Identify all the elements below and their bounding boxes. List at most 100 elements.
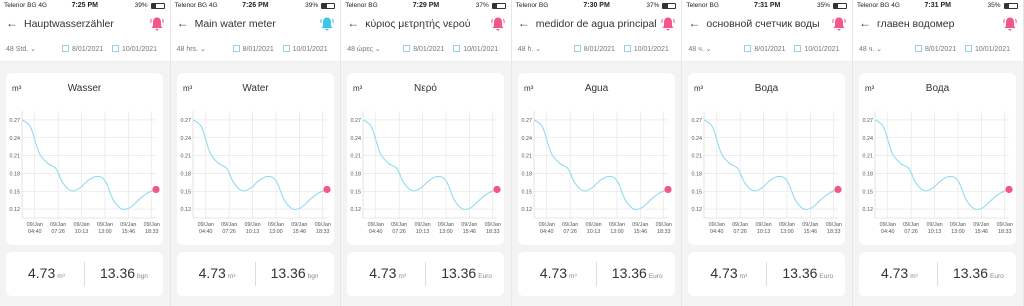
date-to-field[interactable]: 10/01/2021 <box>282 45 328 53</box>
date-from-field[interactable]: 8/01/2021 <box>914 45 957 53</box>
battery-level <box>663 4 668 8</box>
chart-title: Wasser <box>68 83 102 94</box>
chart-title: Вода <box>755 83 779 94</box>
summary-card: 4.73 m³ 13.36 Euro <box>688 252 846 296</box>
filter-bar: 48 ч. ⌄ 8/01/2021 10/01/2021 <box>682 37 852 62</box>
x-tick-day: 09/Jan <box>197 222 213 228</box>
x-tick-time: 13:00 <box>951 229 965 235</box>
x-tick-time: 13:00 <box>439 229 453 235</box>
y-tick-label: 0.15 <box>351 189 362 195</box>
date-to-field[interactable]: 10/01/2021 <box>623 45 669 53</box>
total-cost-value: 13.36 <box>441 265 477 281</box>
y-tick-label: 0.21 <box>351 154 362 160</box>
x-tick-day: 09/Jan <box>120 222 136 228</box>
total-cost-currency: bgn <box>307 273 319 280</box>
page-title: главен водомер <box>876 18 955 30</box>
date-to-field[interactable]: 10/01/2021 <box>453 45 498 53</box>
total-volume-value: 4.73 <box>710 265 738 281</box>
consumption-series-line <box>192 119 327 211</box>
x-tick-time: 15:46 <box>633 229 647 235</box>
x-tick-day: 09/Jan <box>803 222 819 228</box>
back-arrow-icon[interactable]: ← <box>859 16 871 30</box>
x-tick-time: 15:46 <box>975 229 989 235</box>
total-volume: 4.73 m³ <box>881 265 918 281</box>
x-tick-time: 13:00 <box>781 229 795 235</box>
period-select[interactable]: 48 ώρες ⌄ <box>347 45 380 53</box>
x-tick-day: 09/Jan <box>609 222 625 228</box>
battery-icon <box>491 3 506 9</box>
back-arrow-icon[interactable]: ← <box>688 16 700 30</box>
screenshot-strip: Telenor BG 4G 7:25 PM 39% ← Hauptwasserzähle… <box>0 0 1024 306</box>
period-select[interactable]: 48 h. ⌄ <box>518 45 541 53</box>
date-from-value: 8/01/2021 <box>924 46 957 53</box>
date-to-field[interactable]: 10/01/2021 <box>112 45 157 53</box>
status-bar: Telenor BG 4G 7:26 PM 39% <box>170 0 341 12</box>
x-tick-time: 15:46 <box>804 229 818 235</box>
x-tick-time: 04:40 <box>369 229 383 235</box>
total-cost: 13.36 bgn <box>271 265 319 281</box>
back-arrow-icon[interactable]: ← <box>177 16 189 30</box>
x-tick-time: 04:40 <box>881 229 895 235</box>
x-tick-time: 15:46 <box>292 229 306 235</box>
battery-level <box>151 4 157 8</box>
alarm-bell-icon[interactable] <box>832 16 846 32</box>
x-tick-day: 09/Jan <box>826 222 842 228</box>
alarm-bell-icon[interactable] <box>491 16 505 32</box>
app-bar: ← главен водомер <box>852 12 1023 37</box>
calendar-icon <box>62 45 69 52</box>
x-tick-time: 07:26 <box>51 229 65 235</box>
x-tick-time: 10:13 <box>75 229 89 235</box>
summary-divider <box>936 262 938 286</box>
period-select[interactable]: 48 ч. ⌄ <box>688 45 711 53</box>
back-arrow-icon[interactable]: ← <box>518 16 530 30</box>
back-arrow-icon[interactable]: ← <box>347 16 359 30</box>
x-tick-day: 09/Jan <box>950 222 966 228</box>
status-bar: Telenor BG 4G 7:25 PM 39% <box>0 0 170 12</box>
alarm-bell-icon[interactable] <box>661 16 676 32</box>
date-from-field[interactable]: 8/01/2021 <box>232 45 274 53</box>
filter-bar: 48 hrs. ⌄ 8/01/2021 10/01/2021 <box>170 37 341 62</box>
total-cost-currency: Euro <box>648 273 663 280</box>
y-tick-label: 0.24 <box>521 136 532 142</box>
x-tick-day: 09/Jan <box>267 222 283 228</box>
date-to-value: 10/01/2021 <box>633 46 669 53</box>
battery-percent: 39% <box>305 2 319 9</box>
period-select[interactable]: 48 Std. ⌄ <box>6 45 36 53</box>
total-cost: 13.36 Euro <box>612 265 663 281</box>
date-to-field[interactable]: 10/01/2021 <box>794 45 839 53</box>
y-tick-label: 0.21 <box>862 154 873 160</box>
period-select[interactable]: 48 ч. ⌄ <box>859 45 882 53</box>
page-title: κύριος μετρητής νερού <box>365 18 471 30</box>
alarm-bell-icon[interactable] <box>1002 16 1017 32</box>
y-tick-label: 0.24 <box>351 136 362 142</box>
bell-glyph <box>320 17 334 31</box>
alarm-bell-icon[interactable] <box>149 16 164 32</box>
x-tick-time: 04:40 <box>199 229 213 235</box>
x-tick-time: 10:13 <box>928 229 942 235</box>
back-arrow-icon[interactable]: ← <box>6 16 18 30</box>
date-from-value: 8/01/2021 <box>72 46 104 53</box>
y-tick-label: 0.15 <box>180 189 191 195</box>
y-tick-label: 0.27 <box>521 118 532 124</box>
y-tick-label: 0.21 <box>10 154 21 160</box>
y-tick-label: 0.15 <box>521 189 532 195</box>
current-value-marker <box>322 185 331 194</box>
x-tick-time: 13:00 <box>610 229 624 235</box>
bell-glyph <box>661 17 676 31</box>
x-tick-time: 18:33 <box>827 229 841 235</box>
date-from-field[interactable]: 8/01/2021 <box>62 45 103 53</box>
calendar-icon <box>744 45 752 52</box>
phone-screen-4: Telenor BG 7:30 PM 37% ← medidor de agua pri… <box>511 0 683 306</box>
consumption-chart: m³ Вода0.270.240.210.180.150.1209/Jan04:4… <box>862 83 1012 235</box>
date-to-field[interactable]: 10/01/2021 <box>964 45 1010 53</box>
x-tick-time: 13:00 <box>269 229 283 235</box>
period-select[interactable]: 48 hrs. ⌄ <box>177 45 206 53</box>
x-tick-time: 04:40 <box>710 229 724 235</box>
x-tick-day: 09/Jan <box>732 222 748 228</box>
date-from-field[interactable]: 8/01/2021 <box>744 45 786 53</box>
current-value-marker <box>493 185 501 194</box>
alarm-bell-icon[interactable] <box>320 16 334 32</box>
x-tick-time: 04:40 <box>28 229 42 235</box>
date-from-field[interactable]: 8/01/2021 <box>403 45 444 53</box>
date-from-field[interactable]: 8/01/2021 <box>573 45 615 53</box>
